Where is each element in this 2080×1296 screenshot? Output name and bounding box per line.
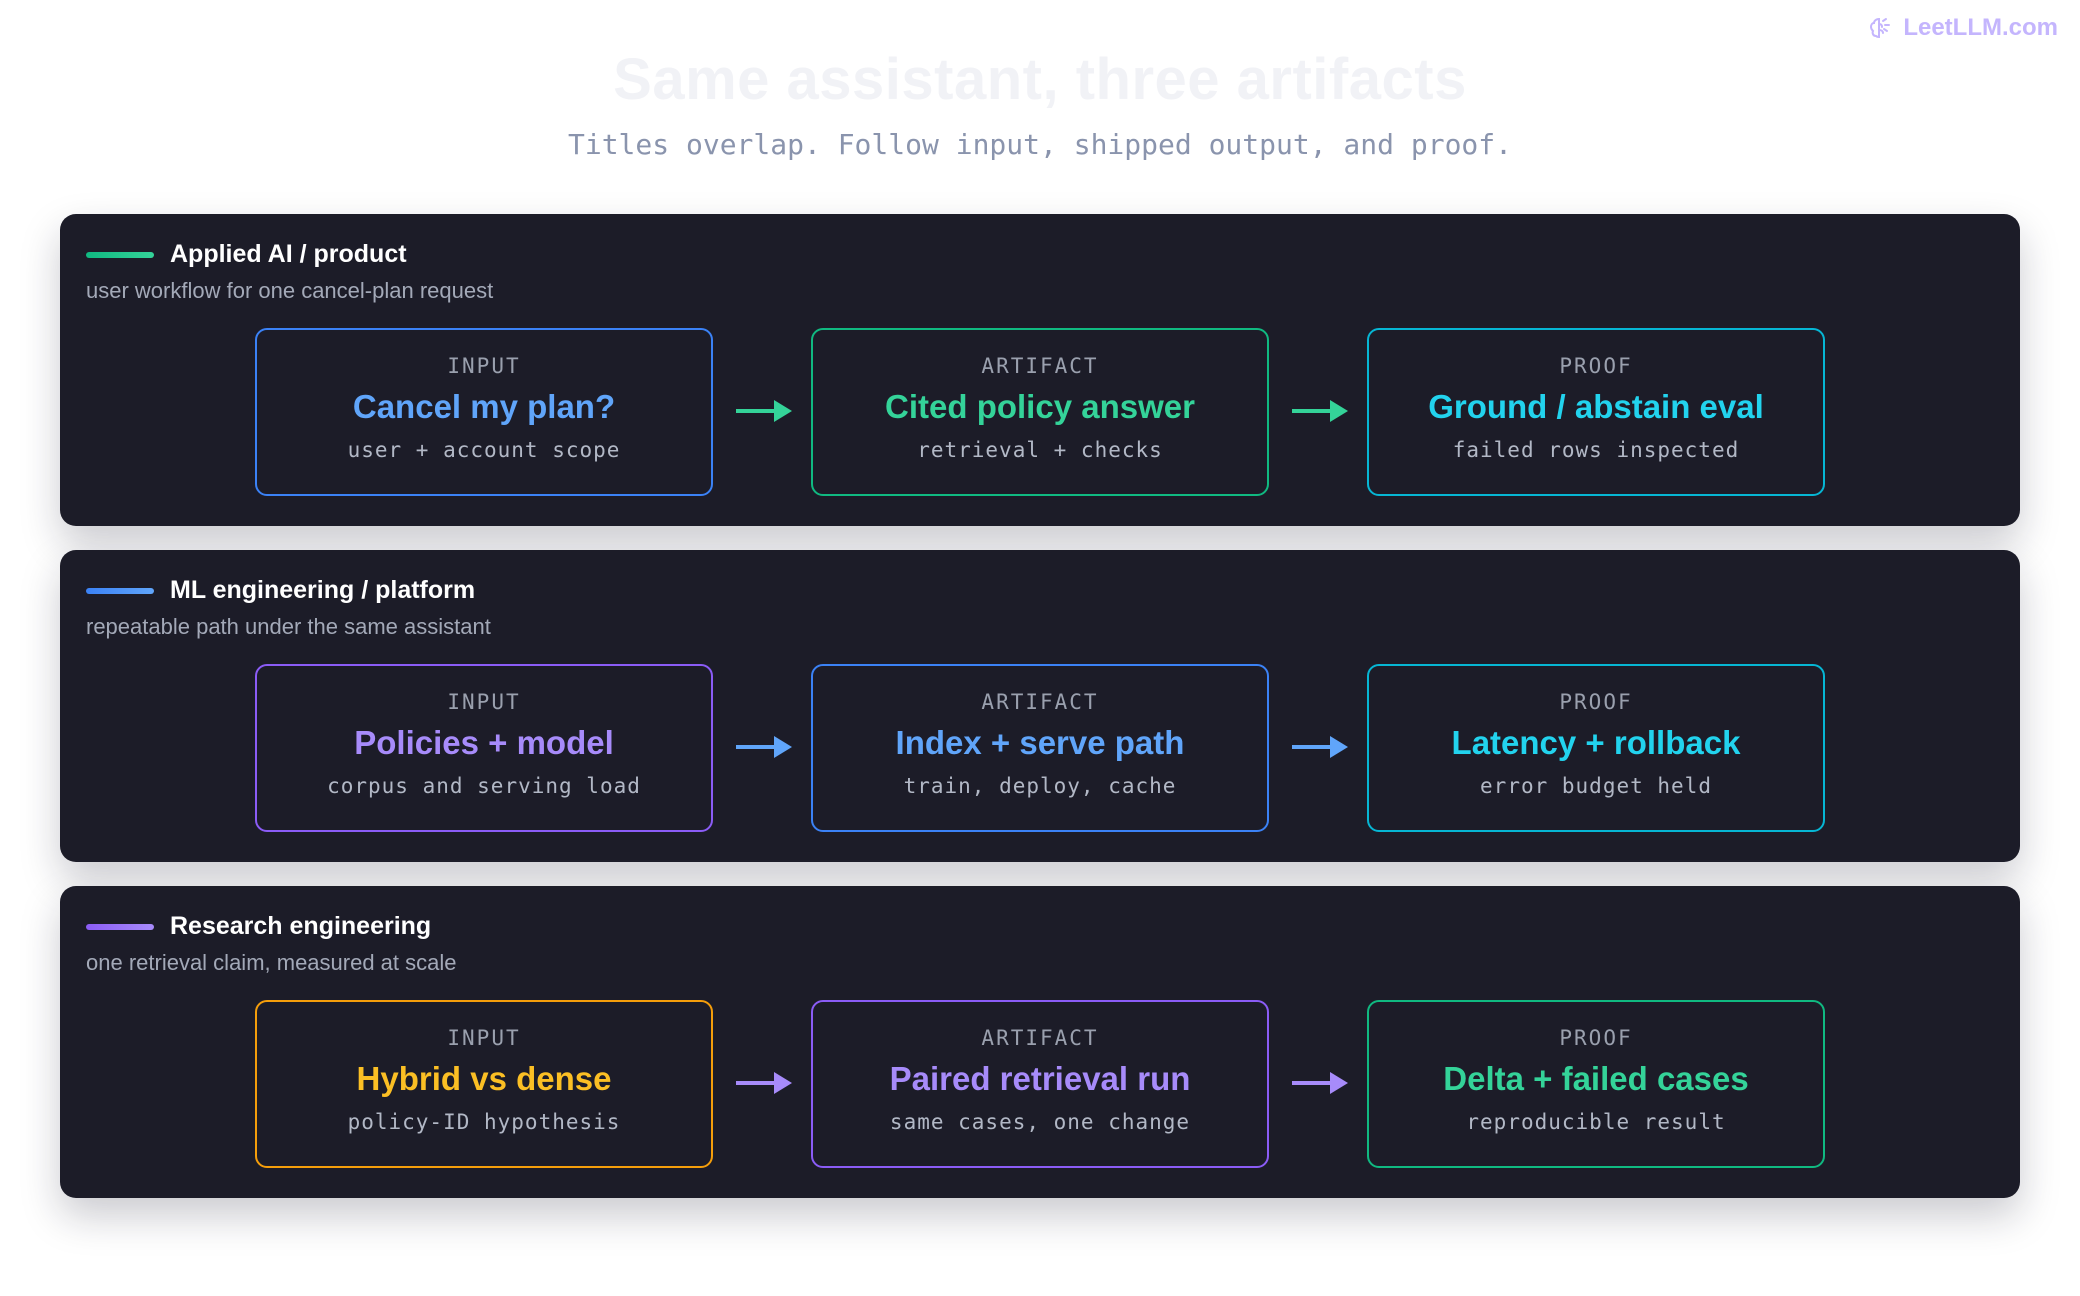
- card-detail: policy-ID hypothesis: [347, 1110, 621, 1134]
- artifact-card: ARTIFACT Index + serve path train, deplo…: [811, 664, 1269, 832]
- arrow-right-icon: [736, 736, 792, 758]
- arrow-right-icon: [736, 1072, 792, 1094]
- lane-ml-engineering: ML engineering / platform repeatable pat…: [60, 550, 2020, 862]
- lane-accent-bar: [86, 587, 154, 594]
- page-title: Same assistant, three artifacts: [613, 47, 1467, 112]
- lane-research-engineering: Research engineering one retrieval claim…: [60, 886, 2020, 1198]
- card-kind: ARTIFACT: [981, 690, 1099, 714]
- card-detail: error budget held: [1480, 774, 1712, 798]
- lane-subtitle: repeatable path under the same assistant: [86, 614, 491, 639]
- artifact-card: ARTIFACT Cited policy answer retrieval +…: [811, 328, 1269, 496]
- card-kind: INPUT: [447, 1026, 521, 1050]
- brand-label: LeetLLM.com: [1903, 14, 2058, 41]
- card-kind: INPUT: [447, 690, 521, 714]
- lane-title: ML engineering / platform: [170, 576, 476, 604]
- lane-accent-bar: [86, 923, 154, 930]
- brand[interactable]: LeetLLM.com: [1867, 14, 2058, 42]
- arrow-right-icon: [1292, 736, 1348, 758]
- page-subtitle: Titles overlap. Follow input, shipped ou…: [567, 128, 1512, 161]
- card-detail: retrieval + checks: [917, 438, 1163, 462]
- lane-title: Applied AI / product: [170, 240, 407, 268]
- card-main: Index + serve path: [895, 724, 1185, 761]
- card-main: Ground / abstain eval: [1428, 388, 1764, 425]
- lane-accent-bar: [86, 251, 154, 258]
- lane-applied-ai: Applied AI / product user workflow for o…: [60, 214, 2020, 526]
- card-main: Hybrid vs dense: [356, 1060, 612, 1097]
- card-main: Delta + failed cases: [1443, 1060, 1749, 1097]
- lane-title: Research engineering: [170, 912, 432, 940]
- card-detail: user + account scope: [347, 438, 621, 462]
- card-kind: PROOF: [1559, 690, 1633, 714]
- input-card: INPUT Cancel my plan? user + account sco…: [255, 328, 713, 496]
- input-card: INPUT Policies + model corpus and servin…: [255, 664, 713, 832]
- card-kind: INPUT: [447, 354, 521, 378]
- card-main: Paired retrieval run: [889, 1060, 1191, 1097]
- card-detail: corpus and serving load: [327, 774, 641, 798]
- card-main: Latency + rollback: [1451, 724, 1741, 761]
- card-detail: failed rows inspected: [1452, 438, 1740, 462]
- card-detail: reproducible result: [1466, 1110, 1726, 1134]
- lane-subtitle: user workflow for one cancel-plan reques…: [86, 278, 494, 303]
- arrow-right-icon: [1292, 1072, 1348, 1094]
- lane-subtitle: one retrieval claim, measured at scale: [86, 950, 457, 975]
- proof-card: PROOF Delta + failed cases reproducible …: [1367, 1000, 1825, 1168]
- card-kind: PROOF: [1559, 1026, 1633, 1050]
- card-kind: ARTIFACT: [981, 354, 1099, 378]
- input-card: INPUT Hybrid vs dense policy-ID hypothes…: [255, 1000, 713, 1168]
- artifact-card: ARTIFACT Paired retrieval run same cases…: [811, 1000, 1269, 1168]
- card-main: Cited policy answer: [885, 388, 1195, 425]
- arrow-right-icon: [1292, 400, 1348, 422]
- brain-icon: [1870, 17, 1891, 39]
- arrow-right-icon: [736, 400, 792, 422]
- proof-card: PROOF Latency + rollback error budget he…: [1367, 664, 1825, 832]
- card-kind: ARTIFACT: [981, 1026, 1099, 1050]
- card-main: Cancel my plan?: [352, 388, 616, 425]
- proof-card: PROOF Ground / abstain eval failed rows …: [1367, 328, 1825, 496]
- card-detail: same cases, one change: [889, 1110, 1191, 1134]
- card-detail: train, deploy, cache: [903, 774, 1177, 798]
- card-main: Policies + model: [354, 724, 614, 761]
- card-kind: PROOF: [1559, 354, 1633, 378]
